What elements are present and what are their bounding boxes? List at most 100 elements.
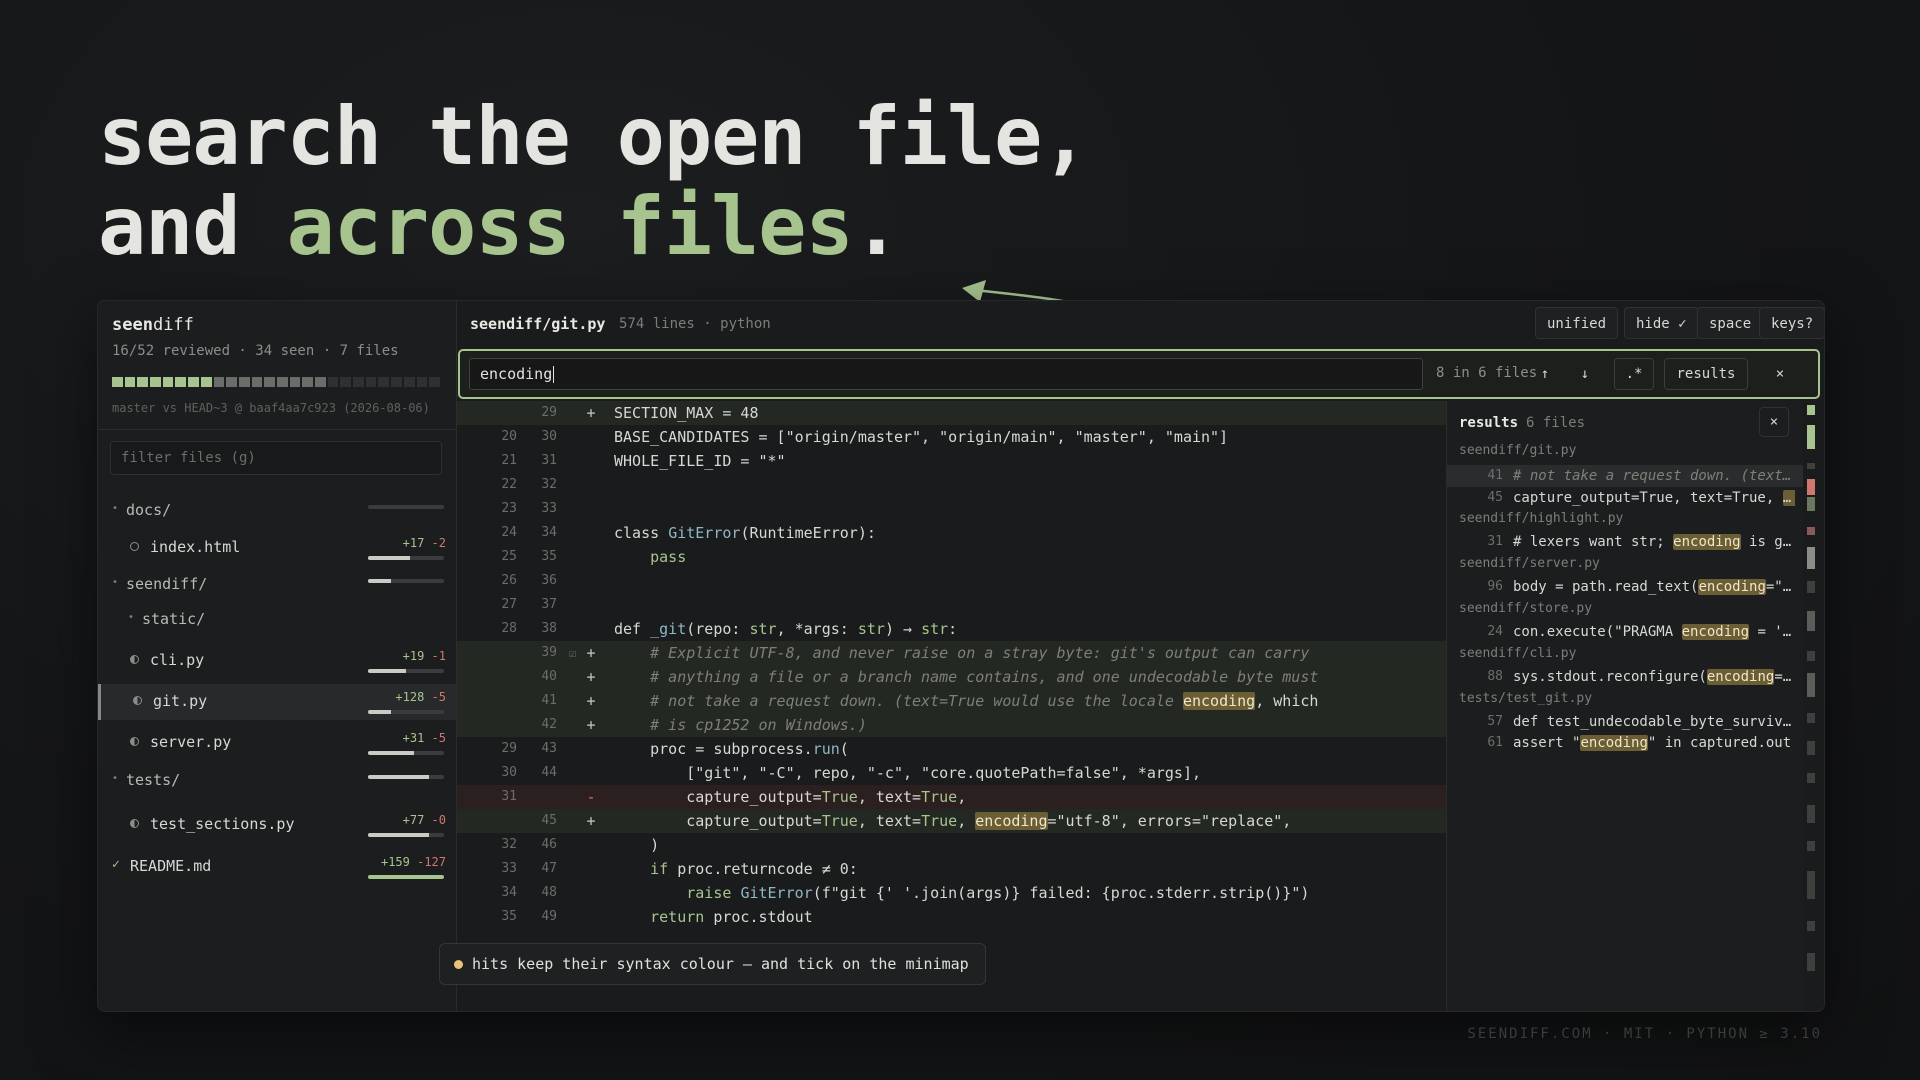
code-line[interactable]: 20 30 BASE_CANDIDATES = ["origin/master", … bbox=[457, 425, 1446, 449]
hint-tooltip: hits keep their syntax colour — and tick… bbox=[439, 943, 986, 985]
result-hit[interactable]: 61 assert "encoding" in captured.out bbox=[1447, 732, 1803, 754]
code-line[interactable]: 31 - capture_output=True, text=True, bbox=[457, 785, 1446, 809]
code-line[interactable]: 29 + SECTION_MAX = 48 bbox=[457, 401, 1446, 425]
result-hit[interactable]: 57 def test_undecodable_byte_survives(): bbox=[1447, 711, 1803, 733]
new-line-number: 40 bbox=[541, 669, 557, 684]
filter-files-input[interactable]: filter files (g) bbox=[110, 441, 442, 475]
result-hit[interactable]: 24 con.execute("PRAGMA encoding = 'UTF-8'… bbox=[1447, 621, 1803, 643]
tree-file[interactable]: test_sections.py +77 -0 bbox=[98, 807, 456, 843]
old-line-number: 29 bbox=[501, 741, 517, 756]
code-line[interactable]: 42 + # is cp1252 on Windows.) bbox=[457, 713, 1446, 737]
progress-segment bbox=[124, 377, 136, 387]
code-line[interactable]: 29 43 proc = subprocess.run( bbox=[457, 737, 1446, 761]
headline-line1: search the open file, bbox=[98, 90, 1089, 183]
progress-segment bbox=[289, 377, 301, 387]
review-progress-bar bbox=[368, 751, 444, 755]
tree-item-label: README.md bbox=[130, 857, 212, 875]
code-line[interactable]: 26 36 bbox=[457, 569, 1446, 593]
code-text: # not take a request down. (text=True wo… bbox=[650, 692, 1319, 710]
new-line-number: 30 bbox=[541, 429, 557, 444]
new-line-number: 45 bbox=[541, 813, 557, 828]
tree-item-label: test_sections.py bbox=[150, 815, 295, 833]
result-file[interactable]: seendiff/cli.py bbox=[1459, 646, 1576, 661]
minimap-tick bbox=[1807, 581, 1815, 593]
sidebar: seendiff 16/52 reviewed · 34 seen · 7 fi… bbox=[98, 301, 457, 1011]
code-line[interactable]: 41 + # not take a request down. (text=Tru… bbox=[457, 689, 1446, 713]
tree-file[interactable]: ✓ README.md +159 -127 bbox=[98, 849, 456, 885]
results-toggle-button[interactable]: results bbox=[1664, 358, 1748, 390]
close-results-button[interactable]: × bbox=[1759, 407, 1789, 437]
result-file[interactable]: seendiff/highlight.py bbox=[1459, 511, 1623, 526]
tree-folder[interactable]: • seendiff/ bbox=[98, 567, 456, 603]
next-match-button[interactable]: ↓ bbox=[1570, 358, 1600, 390]
tree-file[interactable]: git.py +128 -5 bbox=[98, 684, 456, 720]
hide-toggle-button[interactable]: hide ✓ bbox=[1624, 307, 1699, 339]
progress-segment bbox=[137, 377, 149, 387]
diff-stats: +19 -1 bbox=[403, 649, 446, 663]
result-text: body = path.read_text(encoding="utf-8") bbox=[1513, 579, 1795, 595]
result-hit[interactable]: 45 capture_output=True, text=True, encodi… bbox=[1447, 487, 1803, 509]
headline-highlight: across files bbox=[286, 180, 854, 273]
result-file[interactable]: tests/test_git.py bbox=[1459, 691, 1592, 706]
main-pane: seendiff/git.py 574 lines · python unifi… bbox=[439, 301, 1824, 1011]
result-file[interactable]: seendiff/git.py bbox=[1459, 443, 1576, 458]
code-line[interactable]: 45 + capture_output=True, text=True, enco… bbox=[457, 809, 1446, 833]
result-file[interactable]: seendiff/server.py bbox=[1459, 556, 1600, 571]
code-line[interactable]: 34 48 raise GitError(f"git {' '.join(args… bbox=[457, 881, 1446, 905]
code-line[interactable]: 33 47 if proc.returncode ≠ 0: bbox=[457, 857, 1446, 881]
minimap[interactable] bbox=[1804, 401, 1818, 1001]
tree-item-label: server.py bbox=[150, 733, 232, 751]
minimap-tick bbox=[1807, 497, 1815, 511]
code-line[interactable]: 28 38 def _git(repo: str, *args: str) → st… bbox=[457, 617, 1446, 641]
progress-segment bbox=[188, 377, 199, 387]
tree-item-label: index.html bbox=[150, 538, 241, 556]
minimap-tick bbox=[1807, 479, 1815, 495]
result-hit[interactable]: 31 # lexers want str; encoding is guessed bbox=[1447, 531, 1803, 553]
divider bbox=[98, 429, 456, 430]
search-bar: encoding 8 in 6 files ↑ ↓ .* results × bbox=[458, 349, 1820, 399]
tree-file[interactable]: index.html +17 -2 bbox=[98, 530, 456, 566]
branch-info: master vs HEAD~3 @ baaf4aa7c923 (2026-08… bbox=[112, 401, 430, 415]
keys-help-button[interactable]: keys? bbox=[1759, 307, 1824, 339]
code-line[interactable]: 22 32 bbox=[457, 473, 1446, 497]
diff-stats: +159 -127 bbox=[381, 855, 446, 869]
result-hit[interactable]: 96 body = path.read_text(encoding="utf-8"… bbox=[1447, 576, 1803, 598]
caret-icon: • bbox=[112, 773, 119, 784]
additions-count: +159 bbox=[380, 855, 410, 869]
code-line[interactable]: 25 35 pass bbox=[457, 545, 1446, 569]
review-progress-bar bbox=[368, 556, 444, 560]
space-toggle-button[interactable]: space bbox=[1697, 307, 1764, 339]
progress-segment bbox=[251, 377, 263, 387]
code-line[interactable]: 30 44 ["git", "-C", repo, "-c", "core.quo… bbox=[457, 761, 1446, 785]
progress-segment bbox=[302, 377, 313, 387]
code-line[interactable]: 39 ☑ + # Explicit UTF-8, and never raise o… bbox=[457, 641, 1446, 665]
tree-folder[interactable]: • tests/ bbox=[98, 763, 456, 799]
code-line[interactable]: 27 37 bbox=[457, 593, 1446, 617]
tree-file[interactable]: server.py +31 -5 bbox=[98, 725, 456, 761]
unified-view-button[interactable]: unified bbox=[1535, 307, 1619, 339]
code-line[interactable]: 24 34 class GitError(RuntimeError): bbox=[457, 521, 1446, 545]
match-count: 8 in 6 files bbox=[1436, 365, 1538, 381]
result-file[interactable]: seendiff/store.py bbox=[1459, 601, 1592, 616]
diff-sign: + bbox=[586, 812, 596, 830]
code-line[interactable]: 35 49 return proc.stdout bbox=[457, 905, 1446, 929]
previous-match-button[interactable]: ↑ bbox=[1530, 358, 1560, 390]
diff-sign: + bbox=[586, 404, 596, 422]
diff-sign: + bbox=[586, 668, 596, 686]
close-search-button[interactable]: × bbox=[1762, 358, 1798, 390]
comment-mark-icon[interactable]: ☑ bbox=[569, 641, 576, 665]
code-line[interactable]: 21 31 WHOLE_FILE_ID = "*" bbox=[457, 449, 1446, 473]
tree-file[interactable]: cli.py +19 -1 bbox=[98, 643, 456, 679]
regex-toggle-button[interactable]: .* bbox=[1614, 358, 1654, 390]
search-input[interactable]: encoding bbox=[469, 358, 1423, 390]
result-hit[interactable]: 41 # not take a request down. (text=True … bbox=[1447, 465, 1803, 487]
code-line[interactable]: 32 46 ) bbox=[457, 833, 1446, 857]
code-line[interactable]: 40 + # anything a file or a branch name c… bbox=[457, 665, 1446, 689]
result-text: # lexers want str; encoding is guessed bbox=[1513, 534, 1795, 550]
progress-segment bbox=[162, 377, 174, 387]
result-hit[interactable]: 88 sys.stdout.reconfigure(encoding="utf-8… bbox=[1447, 666, 1803, 688]
code-line[interactable]: 23 33 bbox=[457, 497, 1446, 521]
file-path: seendiff/git.py bbox=[470, 315, 606, 333]
tree-folder[interactable]: • static/ bbox=[98, 602, 456, 638]
tree-folder[interactable]: • docs/ bbox=[98, 493, 456, 529]
